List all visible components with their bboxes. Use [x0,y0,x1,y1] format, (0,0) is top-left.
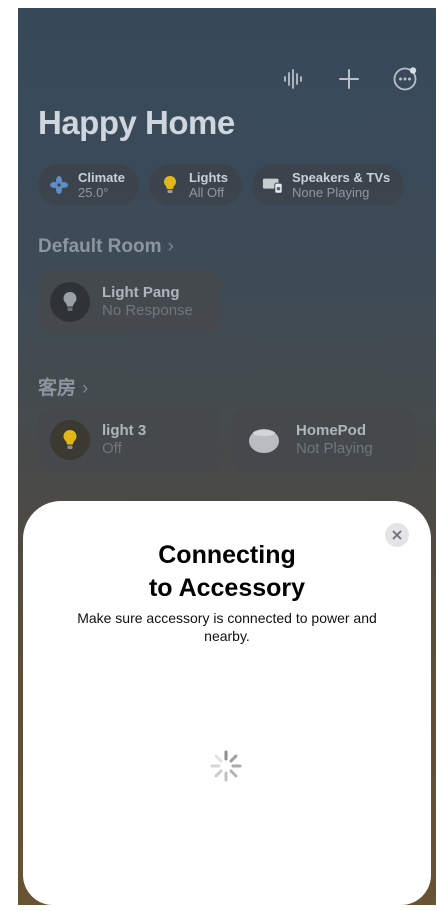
tile-status: No Response [102,302,193,319]
plus-icon [339,69,359,89]
chip-lights-label: Lights [188,170,228,185]
category-chips: Climate 25.0° Lights All Off Speakers & … [38,164,405,206]
chip-climate-label: Climate [78,170,125,185]
bulb-icon [50,420,90,460]
tile-homepod[interactable]: HomePod Not Playing [232,408,416,472]
add-button[interactable] [336,66,362,92]
bulb-icon [50,282,90,322]
room-header-default[interactable]: Default Room › [38,236,174,258]
chip-speakers-value: None Playing [291,185,370,200]
tile-name: HomePod [296,422,367,439]
sheet-title-line2: to Accessory [148,574,306,602]
sheet-title-line1: Connecting [158,541,296,569]
homepod-icon [244,420,284,460]
tile-status: Not Playing [296,440,373,457]
tile-status: Off [102,440,122,457]
loading-spinner-icon [210,750,242,782]
voice-waveform-button[interactable] [280,66,306,92]
home-title: Happy Home [38,104,235,141]
chevron-right-icon: › [167,236,174,257]
tile-light-3[interactable]: light 3 Off [38,408,222,472]
sheet-title: Connecting to Accessory [23,539,431,605]
top-toolbar [280,66,418,92]
chip-climate-value: 25.0° [78,185,109,200]
chip-lights-value: All Off [188,185,225,200]
voice-waveform-icon [284,69,302,89]
chip-speakers-label: Speakers & TVs [291,170,391,185]
chevron-right-icon: › [82,378,89,399]
tile-name: light 3 [102,422,147,439]
tile-name: Light Pang [102,284,180,301]
more-icon [393,67,417,91]
tv-speaker-icon [262,174,284,196]
chip-climate[interactable]: Climate 25.0° [38,164,139,206]
room-name: 客房 [38,378,77,399]
more-button[interactable] [392,66,418,92]
room-name: Default Room [38,236,162,257]
tile-light-pang[interactable]: Light Pang No Response [38,270,222,334]
fan-icon [48,174,70,196]
room-header-guest[interactable]: 客房 › [38,373,88,400]
chip-speakers-tvs[interactable]: Speakers & TVs None Playing [251,164,405,206]
connecting-sheet: Connecting to Accessory Make sure access… [23,501,431,905]
sheet-subtitle: Make sure accessory is connected to powe… [77,610,377,644]
chip-lights[interactable]: Lights All Off [148,164,242,206]
bulb-icon [159,174,181,196]
